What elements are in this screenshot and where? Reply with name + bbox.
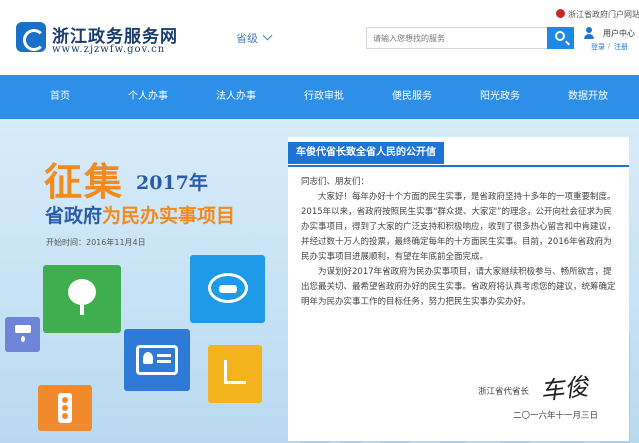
traffic-light-icon [58, 393, 72, 423]
region-select[interactable]: 省级 [236, 30, 273, 46]
region-select-label: 省级 [236, 32, 258, 45]
site-header: 浙江政务服务网 www.zjzwfw.gov.cn 省级 浙江省政府门户网站 用… [0, 0, 639, 75]
gov-portal-label: 浙江省政府门户网站 [568, 10, 639, 19]
site-logo-icon[interactable] [16, 22, 46, 52]
nav-item-open-data[interactable]: 数据开放 [568, 75, 608, 119]
open-letter-panel: 车俊代省长致全省人民的公开信 同志们、朋友们： 大家好！每年办好十个方面的民生实… [288, 137, 629, 441]
letter-paragraph: 大家好！每年办好十个方面的民生实事，是省政府坚持十多年的一项重要制度。2015年… [301, 192, 616, 262]
letter-header: 车俊代省长致全省人民的公开信 [288, 137, 629, 167]
nav-item-open-gov[interactable]: 阳光政务 [480, 75, 520, 119]
register-link[interactable]: 注册 [614, 42, 628, 52]
national-emblem-icon [556, 9, 565, 18]
car-icon [208, 273, 248, 303]
nav-item-convenience[interactable]: 便民服务 [392, 75, 432, 119]
cart-icon [224, 360, 246, 384]
id-card-tile [124, 329, 190, 391]
nav-item-approval[interactable]: 行政审批 [304, 75, 344, 119]
main-nav: 首页 个人办事 法人办事 行政审批 便民服务 阳光政务 数据开放 [0, 75, 639, 119]
nav-item-corporate[interactable]: 法人办事 [216, 75, 256, 119]
search-button[interactable] [547, 27, 574, 49]
tree-tile [43, 265, 121, 333]
letter-title: 车俊代省长致全省人民的公开信 [288, 142, 444, 164]
collect-subtitle: 省政府为民办实事项目 [45, 201, 235, 228]
letter-date: 二〇一六年十一月三日 [513, 411, 599, 421]
cart-tile [208, 345, 262, 403]
tree-icon [68, 279, 96, 315]
nav-item-personal[interactable]: 个人办事 [128, 75, 168, 119]
letter-paragraph: 为谋划好2017年省政府为民办实事项目，请大家继续积极参与、畅所欲言，提出您最关… [301, 267, 616, 307]
collect-subtitle-highlight: 为民办实事项目 [102, 205, 236, 227]
traffic-light-tile [38, 385, 92, 431]
letter-body: 同志们、朋友们： 大家好！每年办好十个方面的民生实事，是省政府坚持十多年的一项重… [301, 175, 617, 310]
site-url: www.zjzwfw.gov.cn [52, 44, 166, 55]
search-input[interactable] [366, 27, 547, 49]
login-link[interactable]: 登录 [591, 42, 605, 52]
collect-year: 2017年 [136, 172, 208, 194]
user-icon[interactable] [584, 27, 594, 39]
car-tile [190, 255, 265, 323]
water-tap-tile [5, 317, 40, 352]
water-tap-icon [15, 325, 31, 342]
start-date: 开始时间：2016年11月4日 [46, 238, 146, 247]
chevron-down-icon [262, 30, 273, 41]
search-icon [555, 31, 565, 41]
id-card-icon [136, 345, 178, 375]
collect-subtitle-prefix: 省政府 [45, 205, 103, 227]
letter-signer-title: 浙江省代省长 [478, 387, 530, 397]
gov-portal-link[interactable]: 浙江省政府门户网站 [556, 9, 639, 20]
collect-heading: 征集 [44, 160, 125, 204]
login-register-separator: / [608, 42, 611, 50]
nav-item-home[interactable]: 首页 [50, 75, 70, 119]
handwritten-signature: 车俊 [538, 372, 590, 406]
user-center-link[interactable]: 用户中心 [603, 28, 635, 39]
letter-greeting: 同志们、朋友们： [301, 177, 370, 187]
